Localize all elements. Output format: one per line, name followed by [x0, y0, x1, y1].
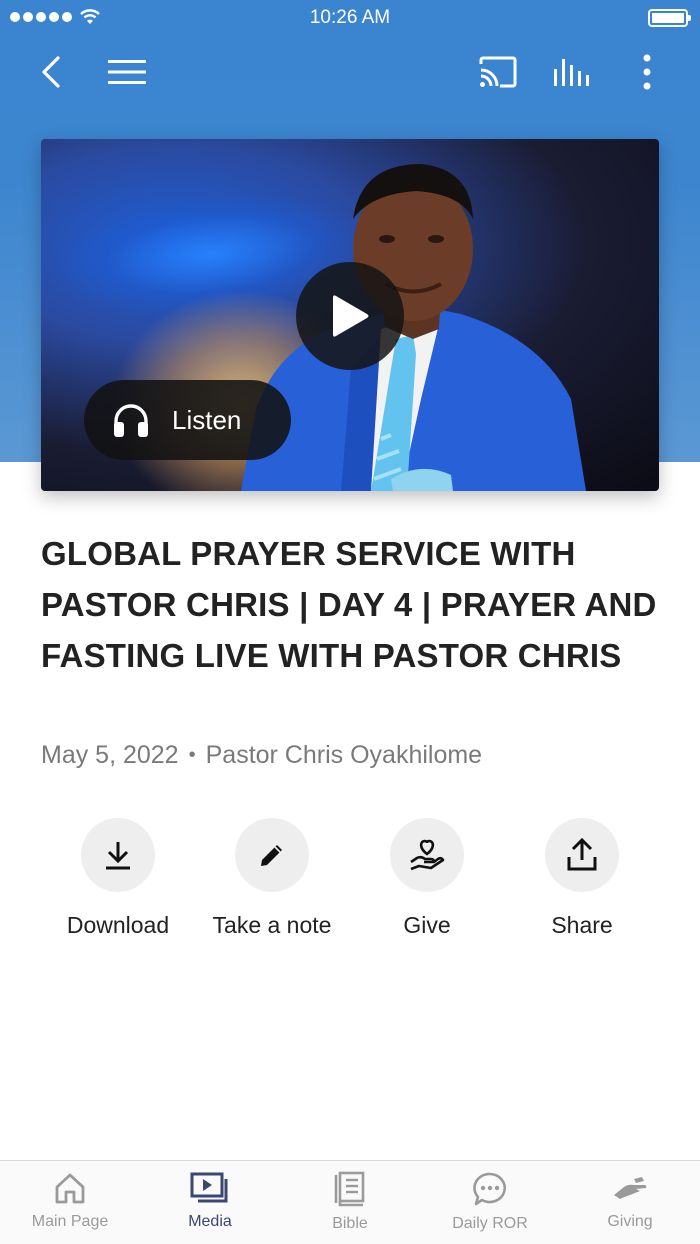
- tab-label: Main Page: [31, 1213, 109, 1230]
- download-button[interactable]: Download: [38, 818, 198, 939]
- more-vertical-icon: [643, 54, 651, 90]
- play-button[interactable]: [296, 262, 404, 370]
- media-icon: [190, 1172, 228, 1203]
- home-icon: [55, 1173, 85, 1204]
- battery-icon: [648, 9, 691, 27]
- tab-label: Media: [188, 1213, 232, 1230]
- status-bar: 10:26 AM: [0, 0, 700, 36]
- tab-label: Daily ROR: [452, 1215, 528, 1232]
- play-icon: [333, 295, 369, 337]
- meta-separator: •: [188, 744, 196, 766]
- pencil-icon: [261, 845, 282, 866]
- tab-label: Bible: [332, 1215, 368, 1232]
- book-icon: [334, 1171, 365, 1207]
- download-label: Download: [66, 912, 170, 938]
- equalizer-icon: [554, 59, 589, 86]
- video-title: GLOBAL PRAYER SERVICE WITH PASTOR CHRIS …: [41, 535, 657, 674]
- give-label: Give: [403, 912, 451, 938]
- video-player[interactable]: Listen: [41, 139, 659, 491]
- video-author: Pastor Chris Oyakhilome: [205, 741, 483, 769]
- more-button[interactable]: [625, 50, 669, 94]
- audio-button[interactable]: [550, 50, 594, 94]
- cast-button[interactable]: [476, 50, 520, 94]
- tab-media[interactable]: Media: [140, 1171, 280, 1231]
- menu-button[interactable]: [105, 50, 149, 94]
- listen-button[interactable]: Listen: [84, 380, 291, 460]
- bottom-tab-bar: Main Page Media Bible Daily ROR Giving: [0, 1160, 700, 1244]
- chevron-left-icon: [42, 56, 60, 88]
- tab-giving[interactable]: Giving: [560, 1171, 700, 1231]
- giving-hand-icon: [614, 1177, 647, 1199]
- download-icon: [106, 842, 130, 870]
- heart-hand-icon: [410, 839, 445, 871]
- take-note-button[interactable]: Take a note: [192, 818, 352, 939]
- share-button[interactable]: Share: [502, 818, 662, 939]
- headphones-icon: [114, 404, 148, 437]
- share-icon: [567, 838, 597, 871]
- tab-label: Giving: [607, 1213, 653, 1230]
- back-button[interactable]: [29, 50, 73, 94]
- status-time: 10:26 AM: [309, 7, 391, 28]
- tab-bible[interactable]: Bible: [280, 1171, 420, 1233]
- cast-icon: [479, 56, 517, 88]
- listen-label: Listen: [172, 404, 242, 435]
- tab-main-page[interactable]: Main Page: [0, 1171, 140, 1231]
- take-note-label: Take a note: [212, 912, 332, 938]
- share-label: Share: [551, 912, 613, 938]
- chat-bubble-icon: [473, 1172, 506, 1206]
- video-meta: May 5, 2022 • Pastor Chris Oyakhilome: [41, 741, 482, 770]
- hamburger-icon: [108, 60, 146, 84]
- video-date: May 5, 2022: [41, 741, 179, 769]
- give-button[interactable]: Give: [347, 818, 507, 939]
- tab-daily-ror[interactable]: Daily ROR: [420, 1171, 560, 1233]
